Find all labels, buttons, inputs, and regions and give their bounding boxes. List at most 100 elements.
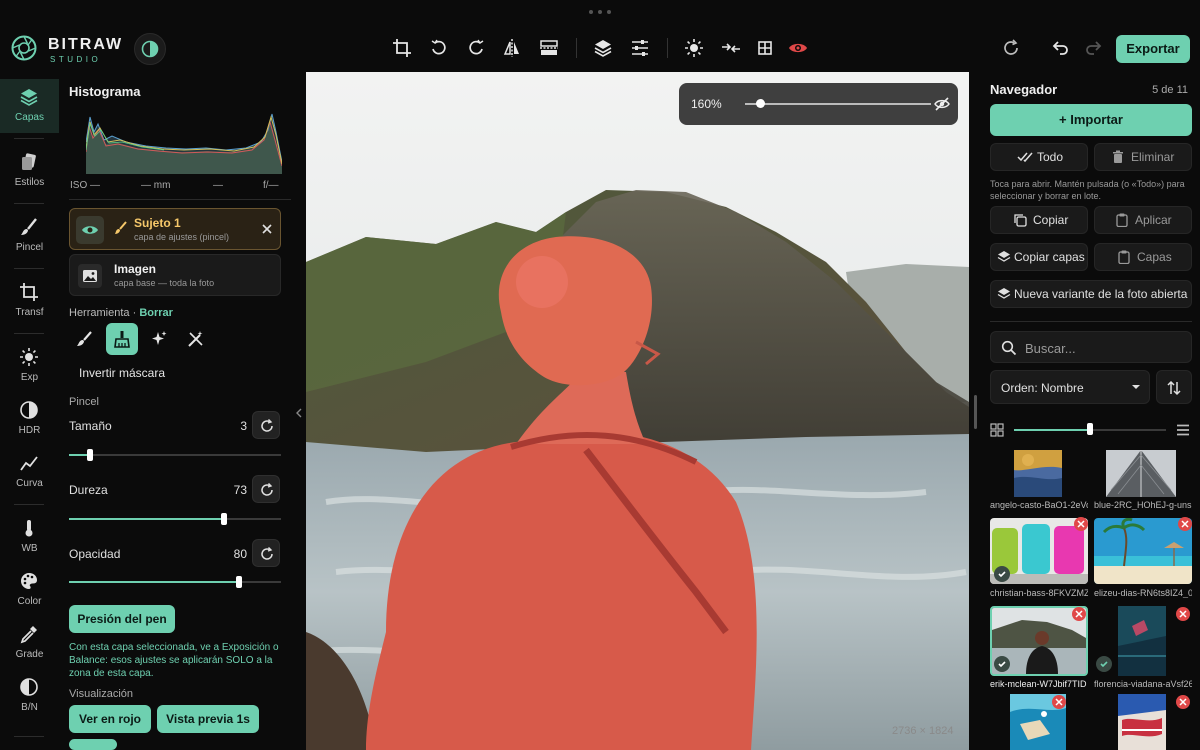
zoom-slider[interactable] [745, 103, 931, 105]
rail-divider [14, 138, 44, 139]
thumbnail-item[interactable]: angelo-casto-BaO1-2eVo [990, 450, 1088, 514]
opacity-slider[interactable] [69, 576, 281, 588]
select-all-button[interactable]: Todo [990, 143, 1088, 171]
extra-button[interactable] [69, 739, 117, 750]
brush-icon [115, 221, 127, 234]
remove-badge[interactable] [1074, 517, 1088, 531]
invert-mask-button[interactable]: Invertir máscara [79, 366, 165, 380]
eraser-tool-button[interactable] [106, 323, 138, 355]
photo-canvas[interactable]: 160% 2736 × 1824 [306, 72, 969, 750]
slider-fill [69, 518, 224, 520]
thumbnail-item[interactable] [1094, 694, 1192, 750]
grid-overlay-icon[interactable] [755, 38, 775, 58]
visibility-toggle[interactable] [76, 216, 104, 244]
clear-mask-button[interactable] [180, 323, 212, 355]
slider-knob[interactable] [235, 576, 242, 588]
grid-view-icon[interactable] [990, 423, 1004, 437]
view-red-button[interactable]: Ver en rojo [69, 705, 151, 733]
compare-icon[interactable] [721, 38, 741, 58]
size-slider[interactable] [69, 449, 281, 461]
brush-tool-button[interactable] [69, 323, 101, 355]
rail-item-label: Curva [16, 478, 43, 489]
remove-badge[interactable] [1072, 607, 1086, 621]
sparkle-icon [152, 331, 167, 345]
copy-button[interactable]: Copiar [990, 206, 1088, 234]
thumbnail-item[interactable]: florencia-viadana-aVsf26 [1094, 606, 1192, 690]
remove-badge[interactable] [1052, 695, 1066, 709]
search-input[interactable]: Buscar... [990, 331, 1192, 363]
opacity-reset-button[interactable] [252, 539, 280, 567]
flip-vertical-icon[interactable] [539, 38, 559, 58]
slider-fill [1014, 429, 1090, 431]
pen-pressure-button[interactable]: Presión del pen [69, 605, 175, 633]
list-view-icon[interactable] [1176, 423, 1190, 437]
auto-mask-button[interactable] [143, 323, 175, 355]
slider-knob[interactable] [220, 513, 227, 525]
rail-item-wb[interactable]: WB [0, 510, 59, 564]
rotate-right-icon[interactable] [466, 38, 486, 58]
hardness-label: Dureza [69, 483, 108, 497]
layer-imagen[interactable]: Imagen capa base — toda la foto [69, 254, 281, 296]
thumbnail-item[interactable]: elizeu-dias-RN6ts8IZ4_0 [1094, 517, 1192, 598]
size-reset-button[interactable] [252, 411, 280, 439]
rotate-left-icon[interactable] [429, 38, 449, 58]
close-icon[interactable] [260, 222, 274, 236]
rail-item-color[interactable]: Color [0, 563, 59, 617]
trash-icon [1113, 150, 1123, 163]
layers-icon [997, 251, 1011, 262]
hardness-reset-button[interactable] [252, 475, 280, 503]
rail-item-pincel[interactable]: Pincel [0, 209, 59, 263]
layer-sujeto-1[interactable]: Sujeto 1 capa de ajustes (pincel) [69, 208, 281, 250]
eye-off-icon[interactable] [934, 96, 950, 112]
rail-item-grade[interactable]: Grade [0, 616, 59, 670]
remove-badge[interactable] [1178, 517, 1192, 531]
new-variant-button[interactable]: Nueva variante de la foto abierta [990, 280, 1192, 308]
remove-badge[interactable] [1176, 607, 1190, 621]
layers-icon[interactable] [593, 38, 613, 58]
chevron-left-icon[interactable] [294, 405, 304, 421]
rail-item-curva[interactable]: Curva [0, 445, 59, 499]
preview-button[interactable]: Vista previa 1s [157, 705, 259, 733]
exif-focal: — mm [141, 180, 171, 191]
brightness-icon[interactable] [684, 38, 704, 58]
rail-item-bn[interactable]: B/N [0, 669, 59, 723]
refresh-icon[interactable] [1001, 38, 1021, 58]
reset-icon [261, 547, 273, 560]
thumbnail-item[interactable]: christian-bass-8FKVZMZ [990, 517, 1088, 598]
sort-direction-button[interactable] [1156, 370, 1192, 404]
tool-rail: Capas Estilos Pincel Transf Exp HDR Curv… [0, 72, 59, 750]
window-grabber[interactable] [589, 10, 611, 14]
paste-layers-button[interactable]: Capas [1094, 243, 1192, 271]
rail-item-transf[interactable]: Transf [0, 274, 59, 328]
sort-arrows-icon [1167, 380, 1181, 396]
zoom-slider-knob[interactable] [755, 99, 765, 108]
hardness-slider[interactable] [69, 513, 281, 525]
mask-eye-icon[interactable] [788, 38, 808, 58]
apply-button[interactable]: Aplicar [1094, 206, 1192, 234]
export-button[interactable]: Exportar [1116, 35, 1190, 63]
slider-knob[interactable] [87, 449, 94, 461]
import-button[interactable]: + Importar [990, 104, 1192, 136]
slider-knob[interactable] [1087, 423, 1093, 435]
layer-info-text: Con esta capa seleccionada, ve a Exposic… [69, 642, 279, 679]
rail-item-hdr[interactable]: HDR [0, 392, 59, 446]
adjustments-icon[interactable] [630, 38, 650, 58]
undo-icon[interactable] [1051, 38, 1071, 58]
thumbnail-item[interactable] [990, 694, 1088, 750]
rail-item-capas[interactable]: Capas [0, 79, 59, 133]
rail-item-exp[interactable]: Exp [0, 339, 59, 393]
theme-toggle-button[interactable] [134, 33, 166, 65]
sort-select[interactable]: Orden: Nombre [990, 370, 1150, 404]
copy-layers-button[interactable]: Copiar capas [990, 243, 1088, 271]
thumbnail-name: elizeu-dias-RN6ts8IZ4_0 [1094, 588, 1192, 598]
panel-resize-handle[interactable] [974, 395, 977, 429]
tool-separator: · [132, 307, 137, 319]
rail-item-estilos[interactable]: Estilos [0, 144, 59, 198]
crop-icon[interactable] [392, 38, 412, 58]
delete-button[interactable]: Eliminar [1094, 143, 1192, 171]
thumbnail-item-selected[interactable]: erik-mclean-W7Jbif7TID [990, 606, 1088, 690]
flip-horizontal-icon[interactable] [502, 38, 522, 58]
remove-badge[interactable] [1176, 695, 1190, 709]
thumbnail-item[interactable]: blue-2RC_HOhEJ-g-uns [1094, 450, 1192, 514]
redo-icon[interactable] [1083, 38, 1103, 58]
